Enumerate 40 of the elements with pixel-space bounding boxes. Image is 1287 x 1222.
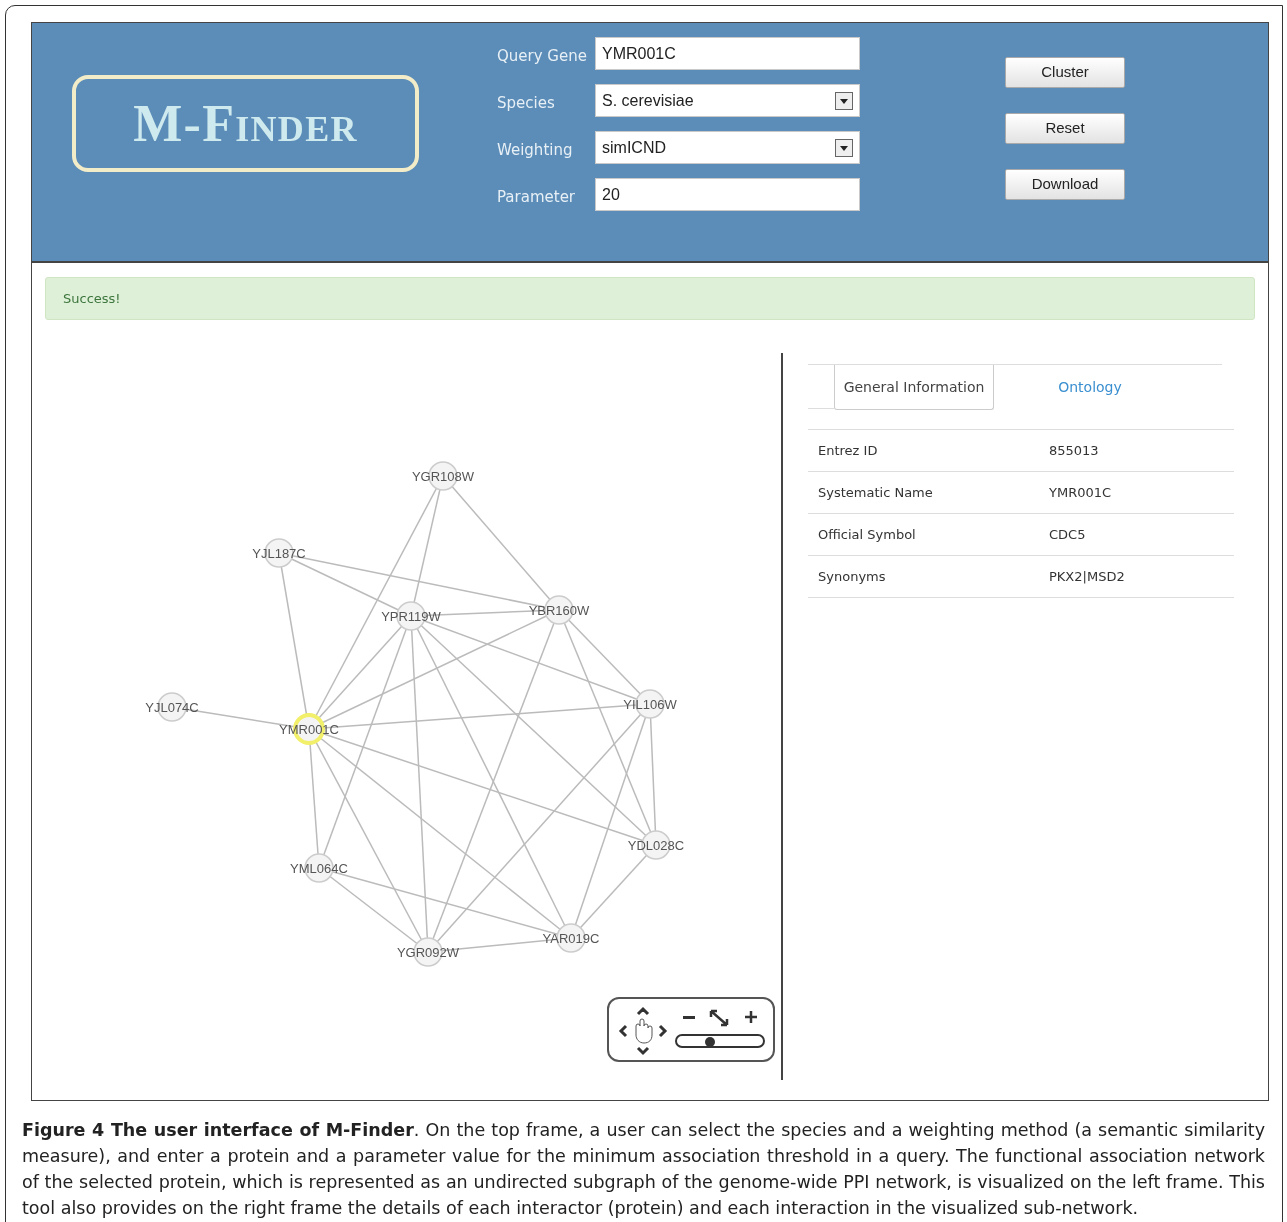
node-label: YDL028C (627, 838, 685, 853)
node-label: YGR092W (396, 945, 460, 960)
select-field[interactable]: simICND (595, 131, 860, 164)
zoom-in-icon[interactable] (745, 1011, 757, 1023)
figure-caption: Figure 4 The user interface of M-Finder. On the top frame, a user can select the species and a weighting method (a semantic similarity measure), and enter a protein and a parameter value for the minimum association threshold in a query. The functional association network of the selected protein, which is represented as an undirected subgraph of the genome-wide PPI network, is visualized on the left frame. This tool also provides on the right frame the details of each interactor (protein) and each interaction in the visualized sub-network. (22, 1119, 1265, 1220)
field-label: Species (497, 93, 556, 115)
fit-screen-icon[interactable] (709, 1009, 729, 1027)
detail-field: Official Symbol (808, 524, 1049, 545)
node-label: YJL074C (145, 700, 199, 715)
node-label: YJL187C (252, 546, 306, 561)
zoom-out-icon[interactable] (683, 1016, 695, 1020)
detail-field: Synonyms (808, 566, 1049, 587)
success-alert: Success! (45, 277, 1255, 320)
app-logo: M-Finder (72, 75, 419, 172)
select-field[interactable]: S. cerevisiae (595, 84, 860, 117)
node-label: YML064C (290, 861, 348, 876)
action-button[interactable]: Download (1005, 169, 1125, 200)
action-button[interactable]: Reset (1005, 113, 1125, 144)
action-button[interactable]: Cluster (1005, 57, 1125, 88)
pan-control-icon[interactable] (617, 1005, 669, 1057)
node-label: YAR019C (542, 931, 600, 946)
detail-value: 855013 (1049, 441, 1099, 460)
text-field[interactable]: 20 (595, 178, 860, 211)
node-label: YIL106W (623, 697, 677, 712)
detail-field: Systematic Name (808, 482, 1049, 503)
tab[interactable]: Ontology (994, 365, 1186, 410)
text-field[interactable]: YMR001C (595, 37, 860, 70)
node-label: YPR119W (381, 609, 441, 624)
detail-value: CDC5 (1049, 525, 1086, 544)
tab[interactable]: General Information (834, 365, 994, 410)
slider-thumb[interactable] (704, 1037, 715, 1047)
detail-value: YMR001C (1049, 483, 1112, 502)
field-label: Parameter (497, 187, 577, 209)
node-label: YGR108W (411, 469, 475, 484)
field-label: Query Gene (497, 46, 588, 68)
detail-field: Entrez ID (808, 440, 1049, 461)
zoom-slider[interactable] (675, 1034, 765, 1048)
node-label: YBR160W (528, 603, 590, 618)
field-label: Weighting (497, 140, 574, 162)
detail-value: PKX2|MSD2 (1049, 567, 1125, 586)
